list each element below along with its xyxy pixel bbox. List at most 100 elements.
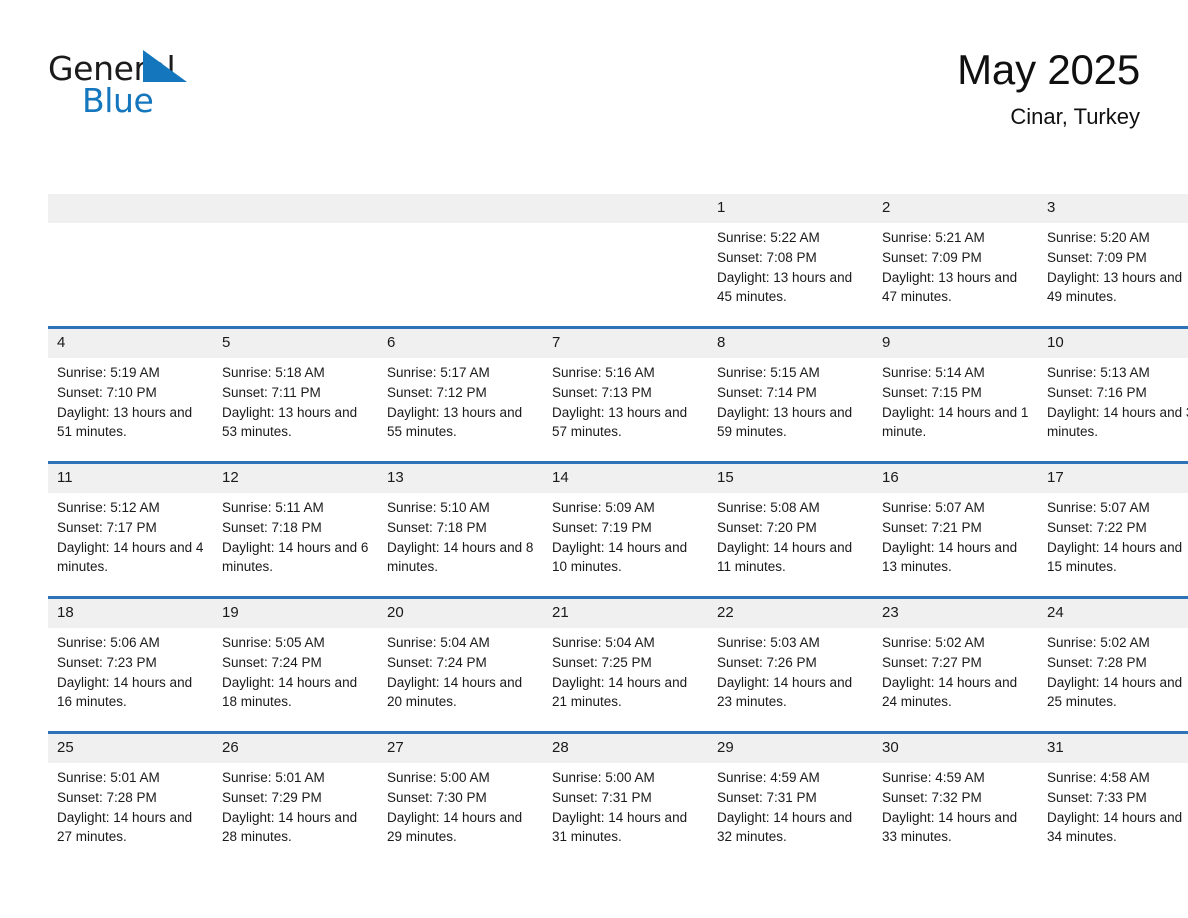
day-cell[interactable]: 12 Sunrise: 5:11 AM Sunset: 7:18 PM Dayligh…	[213, 461, 378, 598]
day-cell[interactable]	[213, 194, 378, 328]
day-cell[interactable]: 31 Sunrise: 4:58 AM Sunset: 7:33 PM Dayligh…	[1038, 731, 1188, 866]
day-cell[interactable]: 25 Sunrise: 5:01 AM Sunset: 7:28 PM Dayligh…	[48, 731, 213, 866]
day-cell[interactable]: 5 Sunrise: 5:18 AM Sunset: 7:11 PM Daylight…	[213, 326, 378, 463]
daylight-text: Daylight: 13 hours and 53 minutes.	[222, 404, 358, 440]
day-cell[interactable]: 18 Sunrise: 5:06 AM Sunset: 7:23 PM Dayligh…	[48, 596, 213, 733]
day-number: 29	[708, 734, 873, 763]
day-cell[interactable]: 29 Sunrise: 4:59 AM Sunset: 7:31 PM Dayligh…	[708, 731, 873, 866]
sunset-text: Sunset: 7:26 PM	[717, 654, 817, 670]
day-details: Sunrise: 5:04 AM Sunset: 7:24 PM Daylight:…	[378, 628, 543, 712]
sunset-text: Sunset: 7:21 PM	[882, 519, 982, 535]
day-cell[interactable]: 2 Sunrise: 5:21 AM Sunset: 7:09 PM Daylight…	[873, 194, 1038, 328]
sunset-text: Sunset: 7:09 PM	[1047, 249, 1147, 265]
day-cell[interactable]: 13 Sunrise: 5:10 AM Sunset: 7:18 PM Dayligh…	[378, 461, 543, 598]
day-cell[interactable]: 16 Sunrise: 5:07 AM Sunset: 7:21 PM Dayligh…	[873, 461, 1038, 598]
day-details: Sunrise: 5:18 AM Sunset: 7:11 PM Daylight:…	[213, 358, 378, 442]
sunrise-text: Sunrise: 5:12 AM	[57, 500, 160, 515]
day-details	[213, 223, 378, 228]
day-cell[interactable]: 6 Sunrise: 5:17 AM Sunset: 7:12 PM Daylight…	[378, 326, 543, 463]
day-cell[interactable]: 1 Sunrise: 5:22 AM Sunset: 7:08 PM Daylight…	[708, 194, 873, 328]
sunrise-text: Sunrise: 5:01 AM	[57, 770, 160, 785]
day-cell[interactable]	[543, 194, 708, 328]
day-cell[interactable]: 15 Sunrise: 5:08 AM Sunset: 7:20 PM Dayligh…	[708, 461, 873, 598]
sunset-text: Sunset: 7:16 PM	[1047, 384, 1147, 400]
sunset-text: Sunset: 7:19 PM	[552, 519, 652, 535]
sunrise-text: Sunrise: 5:00 AM	[552, 770, 655, 785]
sunrise-text: Sunrise: 5:10 AM	[387, 500, 490, 515]
daylight-text: Daylight: 14 hours and 3 minutes.	[1047, 404, 1188, 440]
day-cell[interactable]: 14 Sunrise: 5:09 AM Sunset: 7:19 PM Dayligh…	[543, 461, 708, 598]
day-cell[interactable]: 21 Sunrise: 5:04 AM Sunset: 7:25 PM Dayligh…	[543, 596, 708, 733]
day-details: Sunrise: 5:11 AM Sunset: 7:18 PM Daylight:…	[213, 493, 378, 577]
day-number: 21	[543, 599, 708, 628]
day-cell[interactable]: 11 Sunrise: 5:12 AM Sunset: 7:17 PM Dayligh…	[48, 461, 213, 598]
day-number	[543, 194, 708, 223]
day-cell[interactable]: 17 Sunrise: 5:07 AM Sunset: 7:22 PM Dayligh…	[1038, 461, 1188, 598]
sunset-text: Sunset: 7:08 PM	[717, 249, 817, 265]
day-number: 28	[543, 734, 708, 763]
day-number: 19	[213, 599, 378, 628]
sunset-text: Sunset: 7:18 PM	[387, 519, 487, 535]
day-cell[interactable]: 3 Sunrise: 5:20 AM Sunset: 7:09 PM Daylight…	[1038, 194, 1188, 328]
day-number	[213, 194, 378, 223]
day-cell[interactable]: 26 Sunrise: 5:01 AM Sunset: 7:29 PM Dayligh…	[213, 731, 378, 866]
day-cell[interactable]: 4 Sunrise: 5:19 AM Sunset: 7:10 PM Daylight…	[48, 326, 213, 463]
day-details	[48, 223, 213, 228]
sunrise-text: Sunrise: 5:17 AM	[387, 365, 490, 380]
weekday-header-monday: Monday	[222, 167, 278, 184]
sunrise-text: Sunrise: 5:00 AM	[387, 770, 490, 785]
day-cell[interactable]: 30 Sunrise: 4:59 AM Sunset: 7:32 PM Dayligh…	[873, 731, 1038, 866]
day-details: Sunrise: 5:09 AM Sunset: 7:19 PM Daylight:…	[543, 493, 708, 577]
daylight-text: Daylight: 14 hours and 4 minutes.	[57, 539, 204, 575]
day-cell[interactable]: 28 Sunrise: 5:00 AM Sunset: 7:31 PM Dayligh…	[543, 731, 708, 866]
day-number: 11	[48, 464, 213, 493]
day-cell[interactable]: 19 Sunrise: 5:05 AM Sunset: 7:24 PM Dayligh…	[213, 596, 378, 733]
sunset-text: Sunset: 7:23 PM	[57, 654, 157, 670]
sunrise-text: Sunrise: 5:13 AM	[1047, 365, 1150, 380]
sunrise-text: Sunrise: 5:06 AM	[57, 635, 160, 650]
day-number	[378, 194, 543, 223]
day-details: Sunrise: 5:04 AM Sunset: 7:25 PM Daylight:…	[543, 628, 708, 712]
day-details: Sunrise: 5:19 AM Sunset: 7:10 PM Daylight:…	[48, 358, 213, 442]
title-block: May 2025 Cinar, Turkey	[957, 44, 1140, 132]
daylight-text: Daylight: 14 hours and 25 minutes.	[1047, 674, 1183, 710]
day-cell[interactable]: 24 Sunrise: 5:02 AM Sunset: 7:28 PM Dayligh…	[1038, 596, 1188, 733]
day-cell[interactable]: 10 Sunrise: 5:13 AM Sunset: 7:16 PM Dayligh…	[1038, 326, 1188, 463]
day-cell[interactable]: 23 Sunrise: 5:02 AM Sunset: 7:27 PM Dayligh…	[873, 596, 1038, 733]
daylight-text: Daylight: 14 hours and 6 minutes.	[222, 539, 369, 575]
day-number: 30	[873, 734, 1038, 763]
day-cell[interactable]: 27 Sunrise: 5:00 AM Sunset: 7:30 PM Dayligh…	[378, 731, 543, 866]
day-number: 16	[873, 464, 1038, 493]
day-number: 12	[213, 464, 378, 493]
sunset-text: Sunset: 7:25 PM	[552, 654, 652, 670]
day-cell[interactable]: 20 Sunrise: 5:04 AM Sunset: 7:24 PM Dayligh…	[378, 596, 543, 733]
day-details: Sunrise: 5:07 AM Sunset: 7:21 PM Daylight:…	[873, 493, 1038, 577]
day-cell[interactable]: 9 Sunrise: 5:14 AM Sunset: 7:15 PM Daylight…	[873, 326, 1038, 463]
day-cell[interactable]	[48, 194, 213, 328]
sunset-text: Sunset: 7:13 PM	[552, 384, 652, 400]
daylight-text: Daylight: 13 hours and 55 minutes.	[387, 404, 523, 440]
daylight-text: Daylight: 14 hours and 18 minutes.	[222, 674, 358, 710]
week-row: 1 Sunrise: 5:22 AM Sunset: 7:08 PM Daylight…	[48, 194, 1188, 328]
sunset-text: Sunset: 7:24 PM	[222, 654, 322, 670]
day-details: Sunrise: 5:06 AM Sunset: 7:23 PM Daylight:…	[48, 628, 213, 712]
day-number: 1	[708, 194, 873, 223]
day-cell[interactable]	[378, 194, 543, 328]
sunrise-text: Sunrise: 5:21 AM	[882, 230, 985, 245]
weekday-header-sunday: Sunday	[57, 167, 110, 184]
sunset-text: Sunset: 7:11 PM	[222, 384, 321, 400]
sunrise-text: Sunrise: 4:58 AM	[1047, 770, 1150, 785]
day-cell[interactable]: 8 Sunrise: 5:15 AM Sunset: 7:14 PM Daylight…	[708, 326, 873, 463]
day-number: 25	[48, 734, 213, 763]
day-details: Sunrise: 5:21 AM Sunset: 7:09 PM Daylight:…	[873, 223, 1038, 307]
day-details: Sunrise: 4:58 AM Sunset: 7:33 PM Daylight:…	[1038, 763, 1188, 847]
sunrise-text: Sunrise: 5:07 AM	[1047, 500, 1150, 515]
day-details: Sunrise: 5:12 AM Sunset: 7:17 PM Daylight:…	[48, 493, 213, 577]
page-header: General Blue May 2025 Cinar, Turkey	[48, 0, 1140, 129]
daylight-text: Daylight: 13 hours and 45 minutes.	[717, 269, 853, 305]
sunrise-text: Sunrise: 5:09 AM	[552, 500, 655, 515]
day-details: Sunrise: 5:20 AM Sunset: 7:09 PM Daylight:…	[1038, 223, 1188, 307]
sunrise-text: Sunrise: 5:20 AM	[1047, 230, 1150, 245]
day-cell[interactable]: 7 Sunrise: 5:16 AM Sunset: 7:13 PM Daylight…	[543, 326, 708, 463]
day-cell[interactable]: 22 Sunrise: 5:03 AM Sunset: 7:26 PM Dayligh…	[708, 596, 873, 733]
